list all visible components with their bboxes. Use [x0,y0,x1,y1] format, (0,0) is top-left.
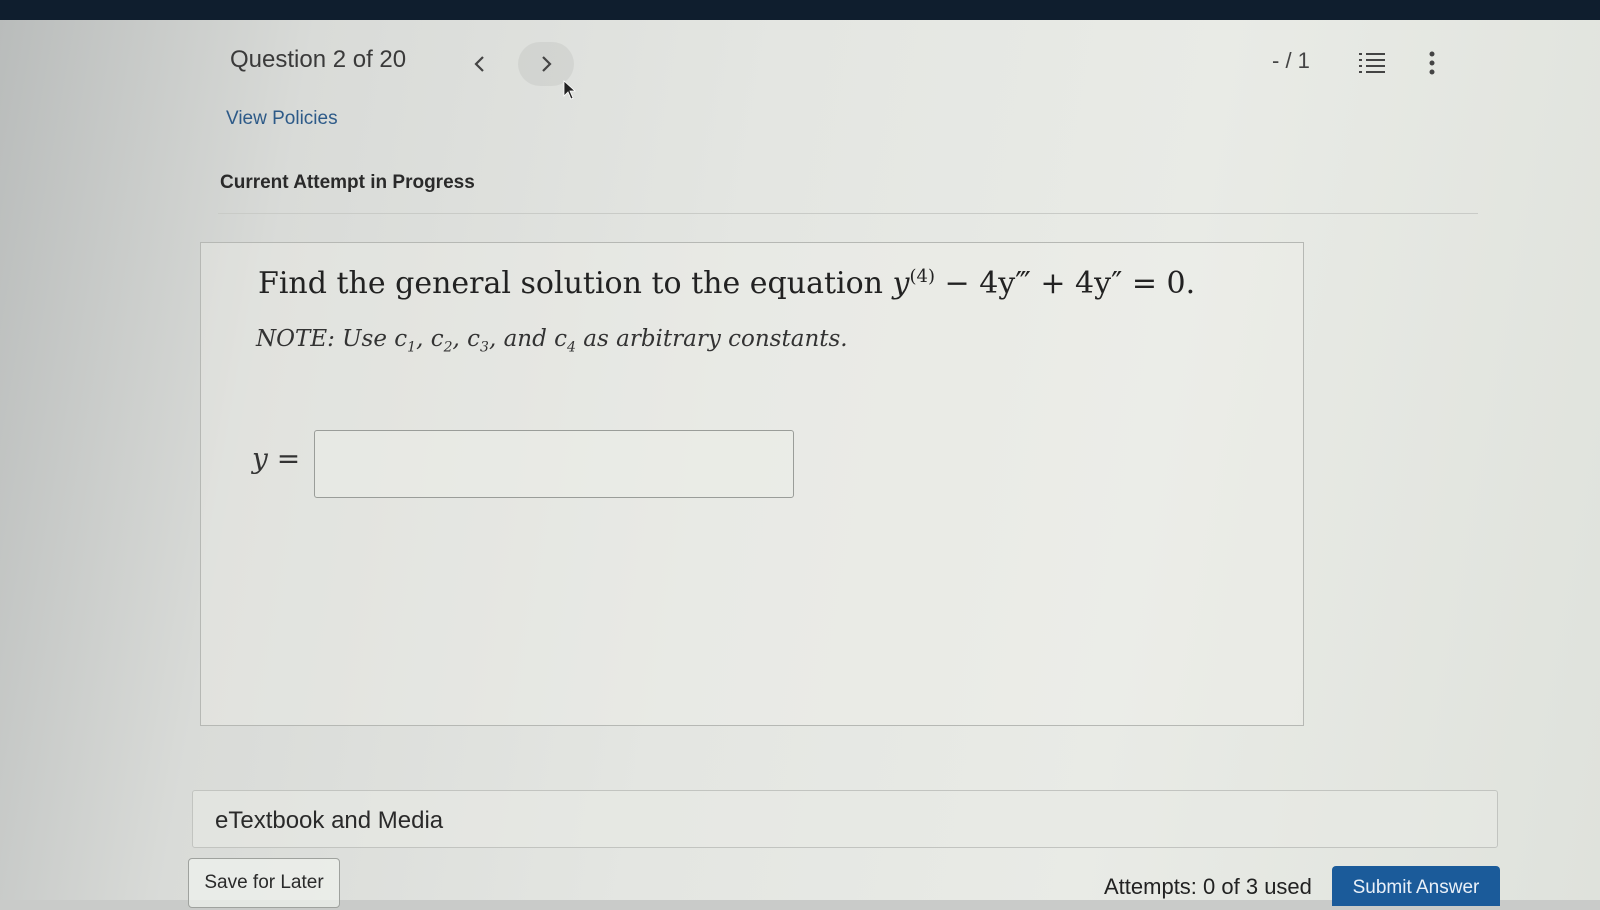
previous-question-button[interactable] [452,42,508,86]
const-c2: c [430,326,444,352]
save-for-later-button[interactable]: Save for Later [188,858,340,908]
etextbook-media-label: eTextbook and Media [215,807,444,834]
view-policies-link[interactable]: View Policies [226,108,338,130]
question-prefix: Find the general solution to the equatio… [258,266,893,301]
const-c4: c [554,326,568,352]
answer-label: y = [252,442,301,475]
question-counter: Question 2 of 20 [230,46,407,73]
const-c3: c [467,326,481,352]
chevron-right-icon [542,56,552,72]
score-display: - / 1 [1272,48,1310,73]
const-sub-2: 2 [443,339,453,356]
answer-input[interactable] [314,430,794,498]
more-vertical-icon[interactable] [1426,50,1438,76]
question-note: NOTE: Use c1, c2, c3, and c4 as arbitrar… [256,326,848,356]
eq-superscript: (4) [909,266,935,287]
const-sub-3: 3 [480,339,489,356]
note-comma-2: , [452,326,468,352]
chevron-left-icon [474,56,484,72]
const-sub-4: 4 [567,339,576,356]
note-and: , and [488,326,555,352]
attempt-status-heading: Current Attempt in Progress [220,172,475,193]
top-bar [0,0,1600,20]
eq-rest: − 4y‴ + 4y″ = 0. [934,266,1196,301]
attempts-counter: Attempts: 0 of 3 used [1104,874,1312,899]
const-c1: c [394,326,408,352]
etextbook-media-panel[interactable]: eTextbook and Media [192,790,1498,848]
note-prefix: NOTE: Use [256,326,395,352]
const-sub-1: 1 [407,339,417,356]
mouse-cursor-icon [563,80,577,100]
question-list-icon[interactable] [1358,50,1386,74]
submit-answer-button[interactable]: Submit Answer [1332,866,1500,906]
section-divider [218,213,1478,214]
eq-y: y [892,266,910,301]
question-text: Find the general solution to the equatio… [258,266,1195,301]
note-comma-1: , [416,326,431,352]
note-suffix: as arbitrary constants. [575,326,848,352]
